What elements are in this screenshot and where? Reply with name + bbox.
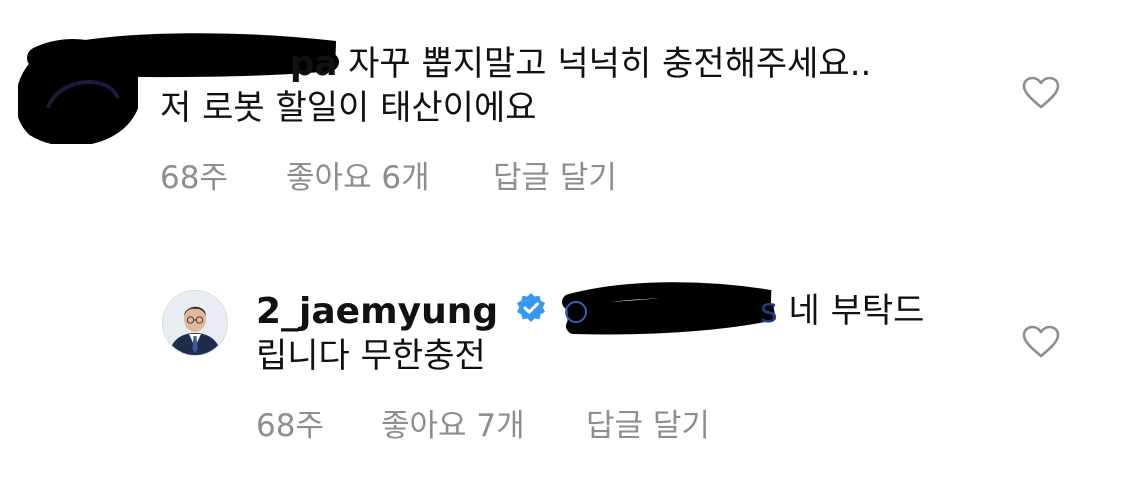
reply-1: 2_jaemyung s 네 부탁드 립니다 무한충전 68주 좋아요 7개 답… [0,0,1125,502]
reply-reply-button[interactable]: 답글 달기 [586,408,710,444]
redacted-mention [562,282,776,335]
reply-avatar[interactable] [162,290,228,356]
reply-username[interactable]: 2_jaemyung [256,292,498,332]
heart-outline-icon[interactable] [1022,325,1060,359]
reply-mention-tail[interactable]: s [760,291,778,331]
profile-photo-icon [163,291,227,355]
reply-text-line-2: 립니다 무한충전 [256,336,486,376]
reply-time: 68주 [256,408,324,444]
reply-likes[interactable]: 좋아요 7개 [381,408,525,444]
verified-badge-icon [517,293,545,322]
reply-body-1: 네 부탁드 [788,291,925,331]
reply-text-line-1: s 네 부탁드 [760,291,924,331]
